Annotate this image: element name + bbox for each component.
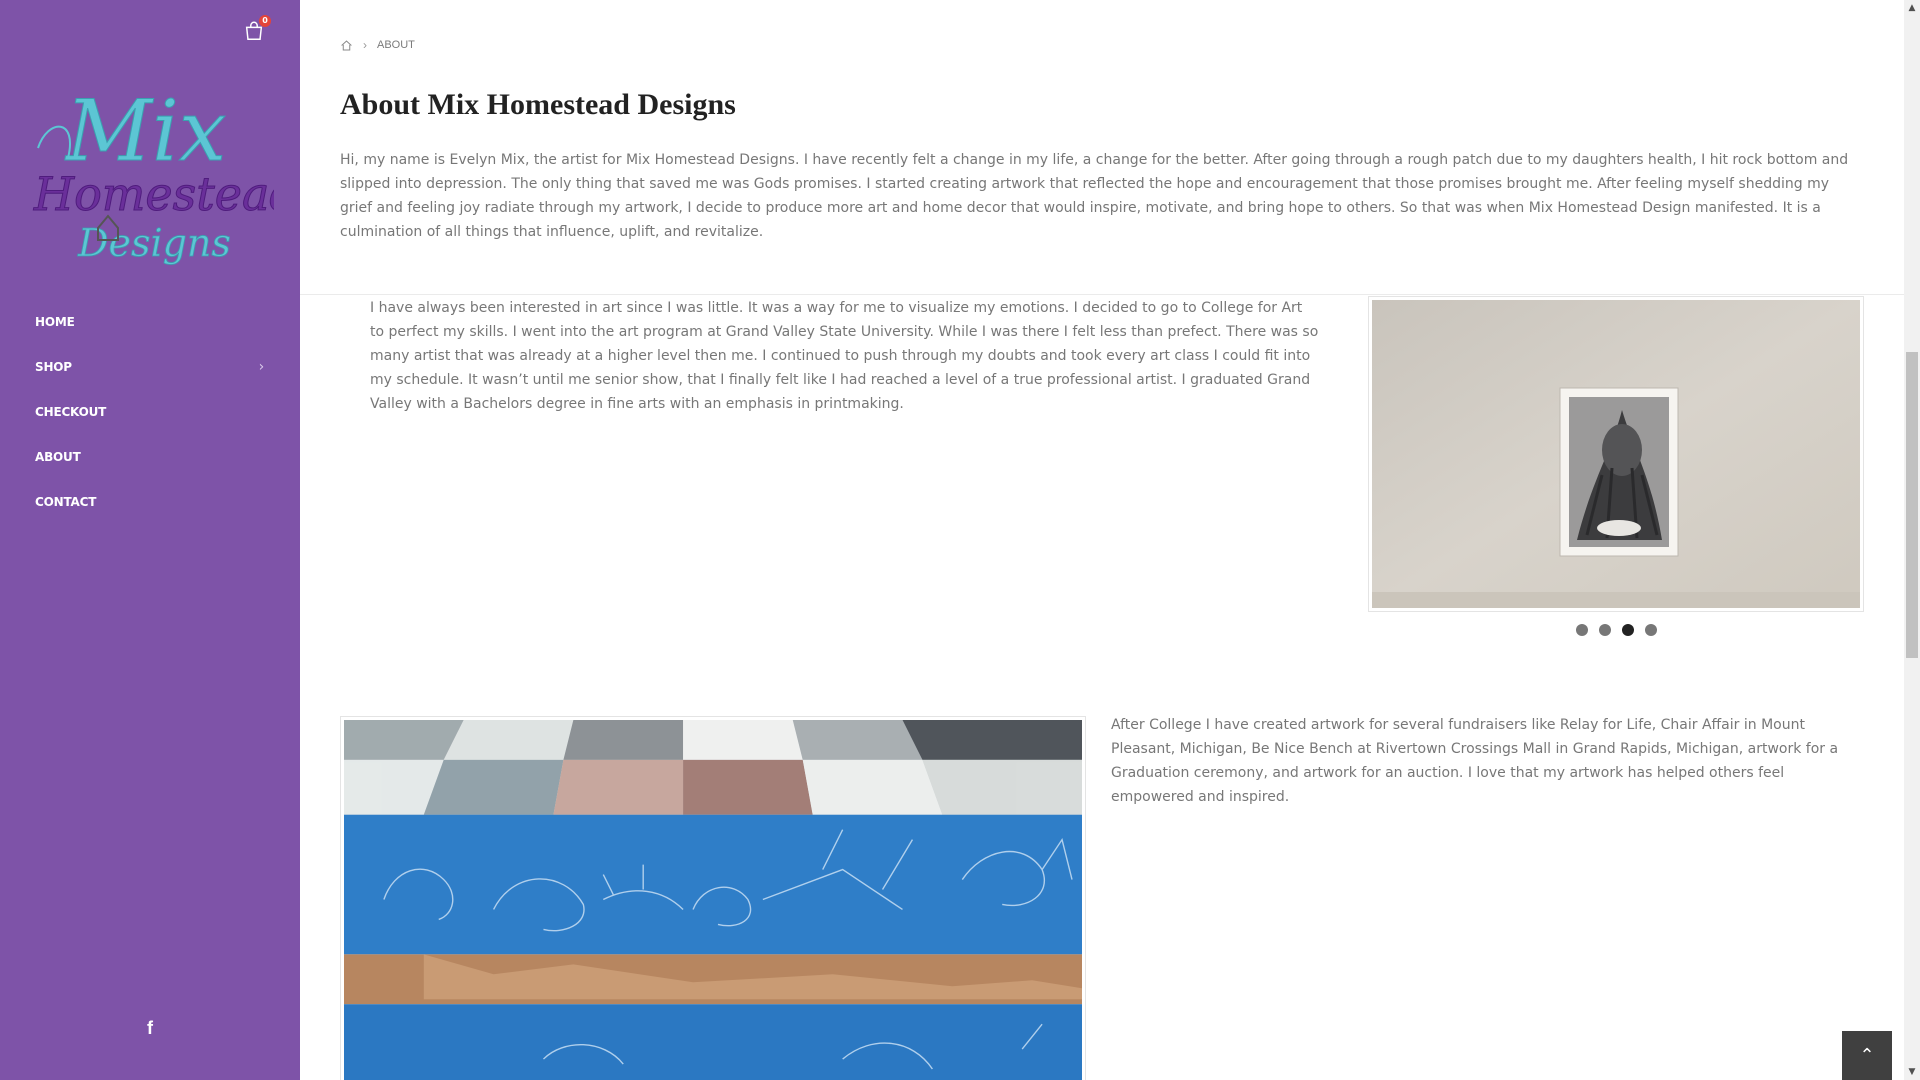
- section-divider: [300, 294, 1904, 295]
- nav-item-label: SHOP: [35, 360, 72, 374]
- chevron-right-icon[interactable]: ›: [259, 345, 265, 390]
- main-nav: HOME SHOP › CHECKOUT ABOUT CONTACT: [0, 300, 300, 525]
- nav-item-checkout[interactable]: CHECKOUT: [0, 390, 300, 435]
- scroll-up-arrow-icon[interactable]: ▲: [1906, 1, 1918, 15]
- nav-item-label: CONTACT: [35, 495, 97, 509]
- svg-text:Homestead: Homestead: [33, 167, 274, 221]
- slider-dots: [1576, 624, 1657, 636]
- back-to-top-button[interactable]: ⌃: [1842, 1031, 1892, 1080]
- nav-item-about[interactable]: ABOUT: [0, 435, 300, 480]
- nav-item-contact[interactable]: CONTACT: [0, 480, 300, 525]
- scroll-down-arrow-icon[interactable]: ▼: [1906, 1065, 1918, 1079]
- nav-item-label: HOME: [35, 315, 75, 329]
- slider-dot-4[interactable]: [1645, 624, 1657, 636]
- home-icon[interactable]: [340, 39, 353, 52]
- bench-artwork-image: [340, 716, 1086, 1080]
- slider-image-framed-artwork: [1372, 300, 1860, 608]
- cart-count-badge: 0: [259, 15, 271, 27]
- sidebar: 0 Mix Homestead Designs HOME SHOP › CHECK…: [0, 0, 300, 1080]
- slider-dot-2[interactable]: [1599, 624, 1611, 636]
- site-logo[interactable]: Mix Homestead Designs: [28, 78, 275, 268]
- slider-dot-3[interactable]: [1622, 624, 1634, 636]
- nav-item-label: ABOUT: [35, 450, 81, 464]
- svg-text:Mix: Mix: [64, 82, 226, 180]
- chevron-up-icon: ⌃: [1859, 1045, 1875, 1066]
- chevron-right-icon: ›: [363, 38, 367, 52]
- bench-photo: [344, 720, 1082, 1080]
- nav-item-label: CHECKOUT: [35, 405, 107, 419]
- page-title: About Mix Homestead Designs: [340, 88, 736, 121]
- logo-image: Mix Homestead Designs: [33, 82, 275, 266]
- education-paragraph: I have always been interested in art sin…: [370, 300, 1319, 412]
- fundraisers-paragraph: After College I have created artwork for…: [1111, 717, 1839, 805]
- breadcrumb-current: ABOUT: [377, 39, 415, 51]
- slider-dot-1[interactable]: [1576, 624, 1588, 636]
- main-content: › ABOUT About Mix Homestead Designs Hi, …: [300, 0, 1904, 1080]
- scrollbar-thumb[interactable]: [1906, 352, 1918, 658]
- facebook-icon[interactable]: f: [144, 1017, 156, 1039]
- intro-paragraph: Hi, my name is Evelyn Mix, the artist fo…: [340, 152, 1849, 240]
- svg-text:Designs: Designs: [77, 221, 231, 265]
- nav-item-shop[interactable]: SHOP ›: [0, 345, 300, 390]
- image-slider[interactable]: [1368, 296, 1864, 612]
- breadcrumb: › ABOUT: [340, 36, 415, 54]
- nav-item-home[interactable]: HOME: [0, 300, 300, 345]
